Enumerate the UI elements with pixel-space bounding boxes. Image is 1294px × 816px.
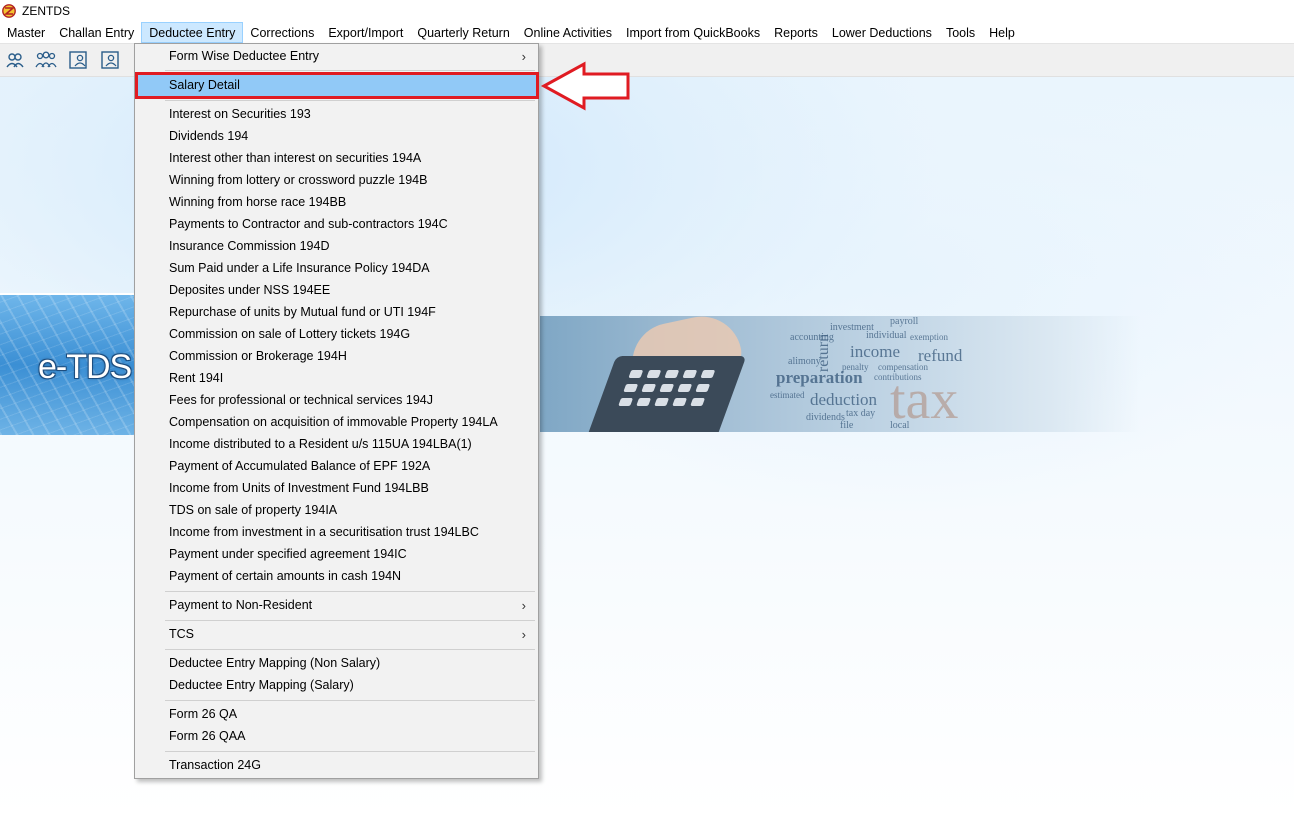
dd-item-194lbb[interactable]: Income from Units of Investment Fund 194… <box>137 477 536 499</box>
dd-mapping-non-salary[interactable]: Deductee Entry Mapping (Non Salary) <box>137 652 536 674</box>
user-group-icon[interactable] <box>33 48 59 72</box>
dd-item-194bb[interactable]: Winning from horse race 194BB <box>137 191 536 213</box>
chevron-right-icon: › <box>521 48 526 64</box>
dd-item-194n[interactable]: Payment of certain amounts in cash 194N <box>137 565 536 587</box>
user-card-icon[interactable] <box>65 48 91 72</box>
dd-item-194ic[interactable]: Payment under specified agreement 194IC <box>137 543 536 565</box>
separator <box>165 751 535 752</box>
deductee-entry-dropdown: Form Wise Deductee Entry › Salary Detail… <box>134 43 539 779</box>
user-pair-icon[interactable] <box>2 48 28 72</box>
banner-title: e-TDS <box>38 348 132 386</box>
app-logo-icon <box>2 4 16 18</box>
dd-transaction-24g[interactable]: Transaction 24G <box>137 754 536 776</box>
menu-lower-deductions[interactable]: Lower Deductions <box>825 22 939 43</box>
separator <box>165 591 535 592</box>
menu-tools[interactable]: Tools <box>939 22 982 43</box>
dd-item-194la[interactable]: Compensation on acquisition of immovable… <box>137 411 536 433</box>
dd-form-26qa[interactable]: Form 26 QA <box>137 703 536 725</box>
dd-item-194ee[interactable]: Deposites under NSS 194EE <box>137 279 536 301</box>
menu-deductee-entry[interactable]: Deductee Entry <box>141 22 244 43</box>
dd-item-194a[interactable]: Interest other than interest on securiti… <box>137 147 536 169</box>
tax-wordcloud: payroll investment accounting return inc… <box>770 316 963 431</box>
menu-corrections[interactable]: Corrections <box>243 22 321 43</box>
dd-item-194lbc[interactable]: Income from investment in a securitisati… <box>137 521 536 543</box>
dd-item-193[interactable]: Interest on Securities 193 <box>137 103 536 125</box>
dd-form-wise-deductee-entry[interactable]: Form Wise Deductee Entry › <box>137 45 536 67</box>
menu-master[interactable]: Master <box>0 22 52 43</box>
menu-quarterly-return[interactable]: Quarterly Return <box>410 22 516 43</box>
separator <box>165 700 535 701</box>
dd-form-26qaa[interactable]: Form 26 QAA <box>137 725 536 747</box>
annotation-arrow-icon <box>540 60 632 117</box>
dd-item-192a[interactable]: Payment of Accumulated Balance of EPF 19… <box>137 455 536 477</box>
app-title: ZENTDS <box>22 4 70 18</box>
separator <box>165 649 535 650</box>
dd-item-194j[interactable]: Fees for professional or technical servi… <box>137 389 536 411</box>
dd-item-194i[interactable]: Rent 194I <box>137 367 536 389</box>
chevron-right-icon: › <box>521 597 526 613</box>
dd-item-194ia[interactable]: TDS on sale of property 194IA <box>137 499 536 521</box>
dd-item-194h[interactable]: Commission or Brokerage 194H <box>137 345 536 367</box>
dd-item-194g[interactable]: Commission on sale of Lottery tickets 19… <box>137 323 536 345</box>
menu-export-import[interactable]: Export/Import <box>321 22 410 43</box>
menu-challan-entry[interactable]: Challan Entry <box>52 22 141 43</box>
title-bar: ZENTDS <box>0 0 1294 22</box>
dd-item-194[interactable]: Dividends 194 <box>137 125 536 147</box>
dd-tcs[interactable]: TCS › <box>137 623 536 645</box>
dd-item-194f[interactable]: Repurchase of units by Mutual fund or UT… <box>137 301 536 323</box>
separator <box>165 100 535 101</box>
menu-bar: Master Challan Entry Deductee Entry Corr… <box>0 22 1294 44</box>
separator <box>165 70 535 71</box>
dd-payment-to-non-resident[interactable]: Payment to Non-Resident › <box>137 594 536 616</box>
dd-item-194b[interactable]: Winning from lottery or crossword puzzle… <box>137 169 536 191</box>
dd-item-194d[interactable]: Insurance Commission 194D <box>137 235 536 257</box>
user-card-alt-icon[interactable] <box>97 48 123 72</box>
separator <box>165 620 535 621</box>
menu-online-activities[interactable]: Online Activities <box>517 22 619 43</box>
banner-right-image: payroll investment accounting return inc… <box>540 316 1140 432</box>
dd-item-194lba[interactable]: Income distributed to a Resident u/s 115… <box>137 433 536 455</box>
chevron-right-icon: › <box>521 626 526 642</box>
dd-mapping-salary[interactable]: Deductee Entry Mapping (Salary) <box>137 674 536 696</box>
calculator-graphic <box>583 356 747 432</box>
annotation-highlight-box <box>135 72 539 99</box>
dd-item-194da[interactable]: Sum Paid under a Life Insurance Policy 1… <box>137 257 536 279</box>
menu-reports[interactable]: Reports <box>767 22 825 43</box>
dd-item-194c[interactable]: Payments to Contractor and sub-contracto… <box>137 213 536 235</box>
menu-help[interactable]: Help <box>982 22 1022 43</box>
menu-import-quickbooks[interactable]: Import from QuickBooks <box>619 22 767 43</box>
